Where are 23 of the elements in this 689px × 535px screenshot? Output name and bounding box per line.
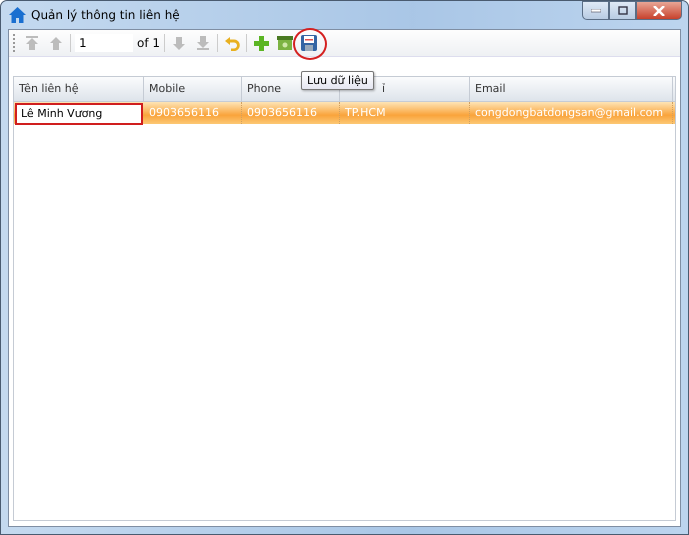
tooltip: Lưu dữ liệu [301, 71, 374, 90]
page-number-field[interactable]: 1 [75, 34, 133, 52]
box-icon[interactable] [277, 36, 294, 50]
minimize-icon [590, 8, 600, 12]
column-header[interactable]: Email [470, 77, 673, 101]
table-cell: congdongbatdongsan@gmail.com [470, 102, 673, 124]
maximize-button[interactable] [609, 1, 636, 20]
minimize-button[interactable] [582, 1, 609, 20]
plus-icon[interactable] [254, 36, 269, 50]
cell-editor-field[interactable]: Lê Minh Vương [15, 102, 143, 124]
undo-icon[interactable] [224, 36, 240, 50]
maximize-icon [618, 6, 628, 15]
column-header[interactable]: Mobile [144, 77, 242, 101]
table-cell: 0903656116 [242, 102, 340, 124]
close-button[interactable] [636, 1, 682, 20]
close-icon [653, 6, 665, 16]
home-icon [9, 7, 26, 23]
page-count: of 1 [137, 36, 160, 50]
window-title: Quản lý thông tin liên hệ [31, 8, 180, 22]
column-header[interactable]: Tên liên hệ [14, 77, 144, 101]
table-row[interactable]: Lê Minh Vương 0903656116 0903656116 TP.HCM congdongbatdongsan@gmail.com [14, 102, 675, 124]
table-cell: TP.HCM [340, 102, 470, 124]
table-cell: 0903656116 [144, 102, 242, 124]
